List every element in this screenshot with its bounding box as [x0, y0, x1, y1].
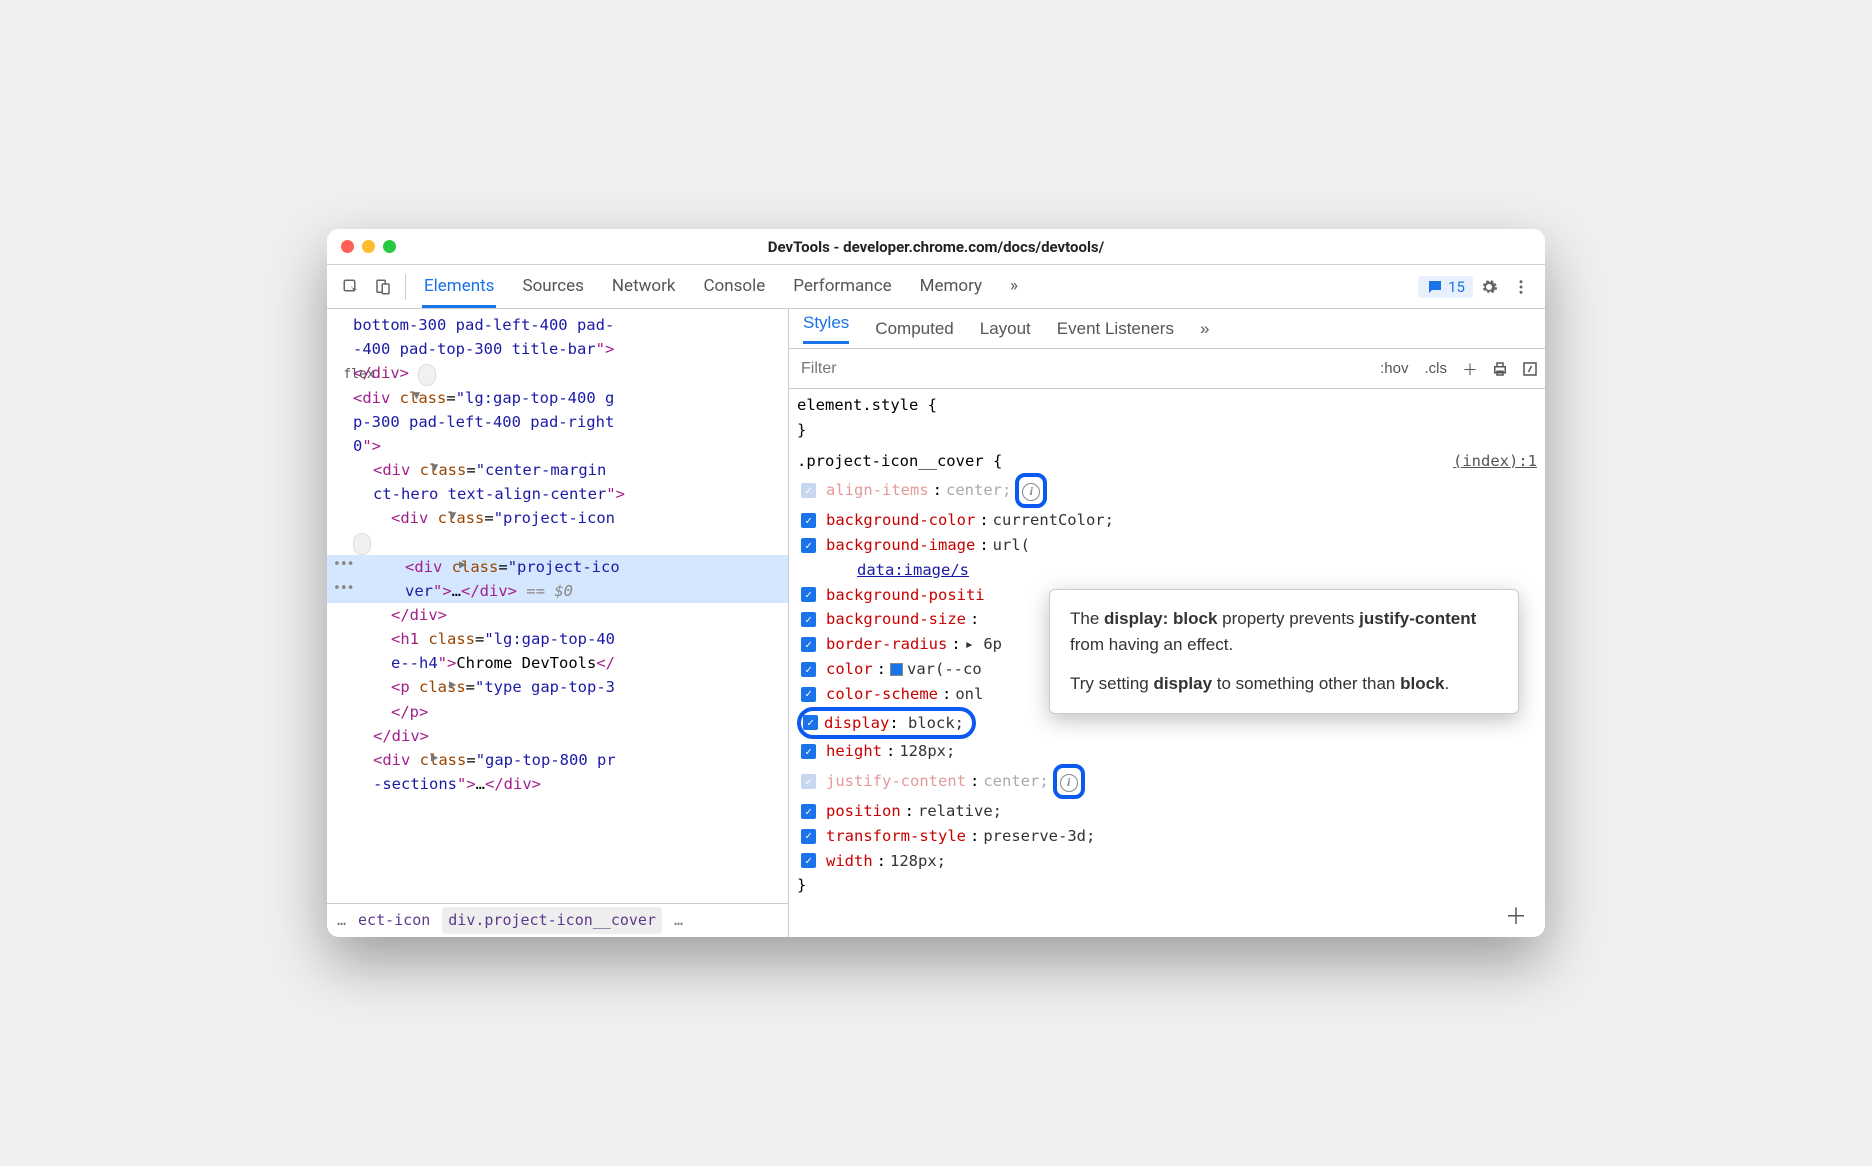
crumb-item-active[interactable]: div.project-icon__cover: [442, 907, 662, 934]
decl-bg-image-url[interactable]: data:image/s: [797, 558, 1537, 583]
separator: [405, 274, 406, 300]
dom-line-selected[interactable]: ▶<div class="project-ico: [327, 555, 788, 579]
checkbox-icon[interactable]: ✓: [801, 513, 816, 528]
decl-height[interactable]: ✓height: 128px;: [797, 739, 1537, 764]
dom-line[interactable]: ▼<div class="center-margin: [327, 458, 788, 482]
rule-header[interactable]: .project-icon__cover { (index):1: [797, 449, 1537, 474]
settings-icon[interactable]: [1473, 271, 1505, 303]
crumb-more[interactable]: …: [674, 909, 683, 932]
checkbox-icon[interactable]: ✓: [801, 612, 816, 627]
info-icon[interactable]: i: [1022, 483, 1040, 501]
info-icon[interactable]: i: [1060, 774, 1078, 792]
minimize-icon[interactable]: [362, 240, 375, 253]
dom-tree[interactable]: bottom-300 pad-left-400 pad- -400 pad-to…: [327, 309, 788, 903]
crumb-item[interactable]: ect-icon: [358, 909, 430, 932]
breadcrumb[interactable]: … ect-icon div.project-icon__cover …: [327, 903, 788, 937]
dom-line[interactable]: ▼<div class="lg:gap-top-400 g: [327, 386, 788, 410]
hint-tooltip: The display: block property prevents jus…: [1049, 589, 1519, 714]
dom-line[interactable]: -sections">…</div>: [327, 772, 788, 796]
checkbox-icon[interactable]: ✓: [801, 829, 816, 844]
checkbox-icon[interactable]: ✓: [801, 853, 816, 868]
decl-bg-color[interactable]: ✓background-color: currentColor;: [797, 508, 1537, 533]
dom-line[interactable]: ct-hero text-align-center">: [327, 482, 788, 506]
titlebar: DevTools - developer.chrome.com/docs/dev…: [327, 229, 1545, 265]
source-link[interactable]: (index):1: [1453, 449, 1537, 474]
styles-panel: Styles Computed Layout Event Listeners »…: [789, 309, 1545, 937]
element-style-block[interactable]: element.style { }: [797, 393, 1537, 443]
decl-position[interactable]: ✓position: relative;: [797, 799, 1537, 824]
filter-row: :hov .cls ＋: [789, 349, 1545, 389]
tab-network[interactable]: Network: [610, 266, 678, 308]
tab-memory[interactable]: Memory: [918, 266, 984, 308]
decl-justify-content[interactable]: ✓justify-content: center; i: [797, 764, 1537, 799]
inspect-icon[interactable]: [335, 271, 367, 303]
decl-width[interactable]: ✓width: 128px;: [797, 849, 1537, 874]
tab-sources[interactable]: Sources: [520, 266, 585, 308]
dom-line[interactable]: </div> flex: [327, 361, 788, 386]
dom-line[interactable]: ▶<p class="type gap-top-3: [327, 675, 788, 699]
traffic-lights: [341, 240, 396, 253]
printer-icon[interactable]: [1485, 360, 1515, 378]
tab-performance[interactable]: Performance: [791, 266, 893, 308]
checkbox-icon[interactable]: ✓: [801, 774, 816, 789]
filter-input[interactable]: [789, 360, 1372, 378]
checkbox-icon[interactable]: ✓: [803, 715, 818, 730]
crumb-more[interactable]: …: [337, 909, 346, 932]
checkbox-icon[interactable]: ✓: [801, 538, 816, 553]
dom-line[interactable]: p-300 pad-left-400 pad-right: [327, 410, 788, 434]
panel-tabs: Elements Sources Network Console Perform…: [422, 266, 1020, 308]
devtools-window: DevTools - developer.chrome.com/docs/dev…: [327, 229, 1545, 937]
flex-badge[interactable]: flex: [418, 364, 436, 386]
dom-line[interactable]: -400 pad-top-300 title-bar">: [327, 337, 788, 361]
dom-panel: bottom-300 pad-left-400 pad- -400 pad-to…: [327, 309, 789, 937]
dom-line-selected[interactable]: ver">…</div> == $0: [327, 579, 788, 603]
dom-line[interactable]: bottom-300 pad-left-400 pad-: [327, 313, 788, 337]
hov-toggle[interactable]: :hov: [1372, 360, 1416, 377]
checkbox-icon[interactable]: ✓: [801, 662, 816, 677]
device-toggle-icon[interactable]: [367, 271, 399, 303]
styles-tabs: Styles Computed Layout Event Listeners »: [789, 309, 1545, 349]
tab-layout[interactable]: Layout: [980, 319, 1031, 339]
checkbox-icon[interactable]: ✓: [801, 744, 816, 759]
dom-line[interactable]: 0">: [327, 434, 788, 458]
kebab-icon[interactable]: [1505, 271, 1537, 303]
messages-badge[interactable]: 15: [1418, 276, 1473, 298]
checkbox-icon[interactable]: ✓: [801, 587, 816, 602]
checkbox-icon[interactable]: ✓: [801, 687, 816, 702]
main-toolbar: Elements Sources Network Console Perform…: [327, 265, 1545, 309]
decl-transform-style[interactable]: ✓transform-style: preserve-3d;: [797, 824, 1537, 849]
window-title: DevTools - developer.chrome.com/docs/dev…: [768, 238, 1104, 256]
decl-bg-image[interactable]: ✓background-image: url(: [797, 533, 1537, 558]
dom-line[interactable]: flex: [327, 530, 788, 555]
dom-line[interactable]: e--h4">Chrome DevTools</: [327, 651, 788, 675]
tab-console[interactable]: Console: [701, 266, 767, 308]
new-rule-icon[interactable]: ＋: [1455, 358, 1485, 380]
close-icon[interactable]: [341, 240, 354, 253]
dom-line[interactable]: </div>: [327, 603, 788, 627]
dom-line[interactable]: <h1 class="lg:gap-top-40: [327, 627, 788, 651]
more-tabs-icon[interactable]: »: [1200, 319, 1209, 339]
computed-toggle-icon[interactable]: [1515, 360, 1545, 378]
message-count: 15: [1448, 278, 1465, 296]
dom-line[interactable]: ▶<div class="gap-top-800 pr: [327, 748, 788, 772]
checkbox-icon[interactable]: ✓: [801, 483, 816, 498]
tab-styles[interactable]: Styles: [803, 313, 849, 344]
cls-toggle[interactable]: .cls: [1417, 360, 1456, 377]
dom-line[interactable]: </p>: [327, 700, 788, 724]
tab-computed[interactable]: Computed: [875, 319, 953, 339]
content-area: bottom-300 pad-left-400 pad- -400 pad-to…: [327, 309, 1545, 937]
dom-line[interactable]: </div>: [327, 724, 788, 748]
more-tabs-icon[interactable]: »: [1008, 266, 1020, 308]
decl-align-items[interactable]: ✓align-items: center; i: [797, 473, 1537, 508]
maximize-icon[interactable]: [383, 240, 396, 253]
tab-elements[interactable]: Elements: [422, 266, 496, 308]
tab-event-listeners[interactable]: Event Listeners: [1057, 319, 1174, 339]
dom-line[interactable]: ▼<div class="project-icon: [327, 506, 788, 530]
checkbox-icon[interactable]: ✓: [801, 804, 816, 819]
color-swatch-icon[interactable]: [890, 663, 903, 676]
add-icon[interactable]: ＋: [1505, 899, 1527, 931]
checkbox-icon[interactable]: ✓: [801, 637, 816, 652]
flex-badge[interactable]: flex: [353, 533, 371, 555]
